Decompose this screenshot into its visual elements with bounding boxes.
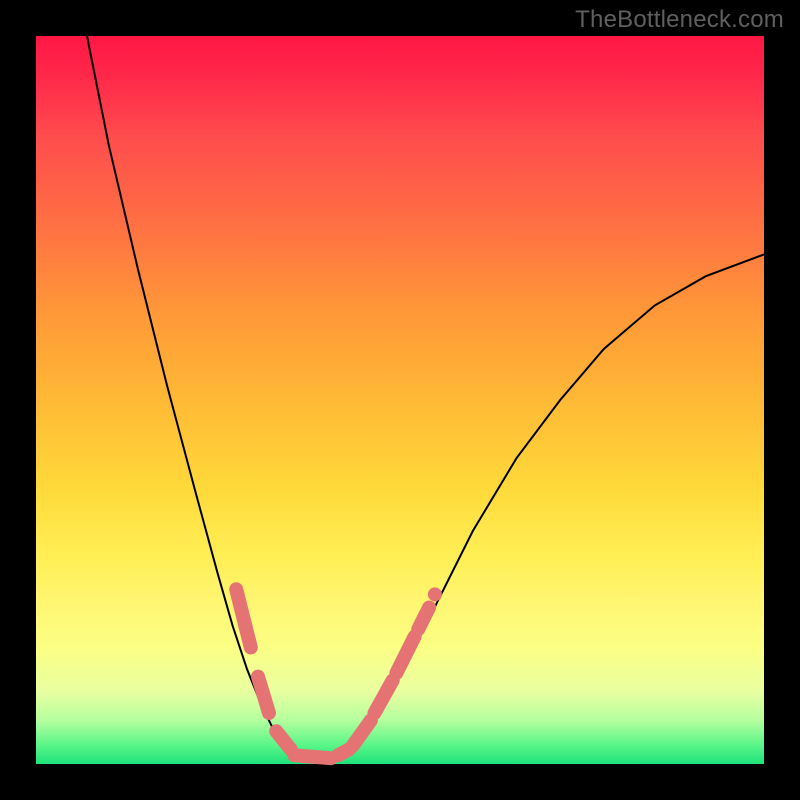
marker-group [236,587,442,758]
marker-segment [276,731,291,749]
watermark-text: TheBottleneck.com [575,6,784,34]
bottleneck-curve [87,36,764,760]
bottleneck-plot [36,36,764,764]
marker-segment [375,680,393,713]
marker-segment [418,608,429,630]
marker-segment [294,755,330,758]
marker-segment [353,720,371,746]
marker-segment [236,589,251,647]
marker-segment [396,637,414,673]
marker-segment [258,677,269,713]
marker-dot [428,587,442,601]
chart-frame: TheBottleneck.com [0,0,800,800]
